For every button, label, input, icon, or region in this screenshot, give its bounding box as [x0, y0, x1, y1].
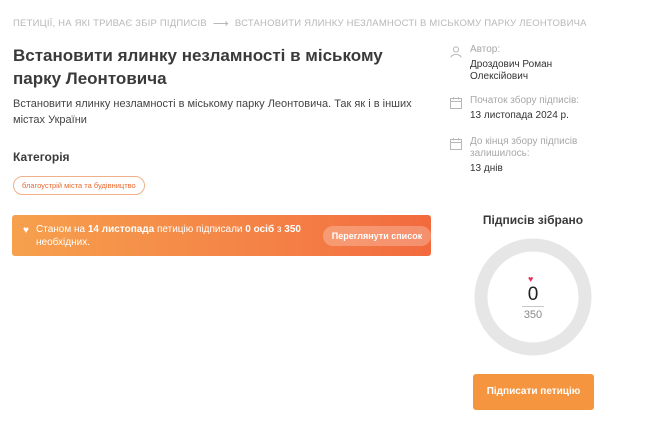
heart-icon: ♥	[528, 274, 534, 284]
remaining-value: 13 днів	[470, 163, 503, 174]
banner-needed-count: 350	[284, 224, 301, 235]
category-tag[interactable]: благоустрій міста та будівництво	[13, 176, 145, 195]
author-info: Автор: Дроздович Роман Олексійович	[450, 44, 605, 83]
banner-text: Станом на 14 листопада петицію підписали…	[36, 223, 316, 249]
remaining-label: До кінця збору підписів залишилось:	[470, 136, 578, 159]
count-divider	[522, 306, 544, 307]
start-value: 13 листопада 2024 р.	[470, 110, 569, 121]
arrow-right-icon: ⟶	[212, 18, 229, 30]
author-value: Дроздович Роман Олексійович	[470, 59, 553, 82]
petition-description: Встановити ялинку незламності в міському…	[13, 98, 412, 126]
breadcrumb-current: ВСТАНОВИТИ ЯЛИНКУ НЕЗЛАМНОСТІ В МІСЬКОМУ…	[234, 18, 587, 29]
heart-icon: ♥	[23, 225, 29, 236]
start-label: Початок збору підписів:	[470, 95, 580, 106]
start-date-info: Початок збору підписів: 13 листопада 202…	[450, 95, 605, 122]
banner-signed-count: 0 осіб	[245, 224, 275, 235]
signatures-title: Підписів зібрано	[482, 213, 584, 227]
page-title: Встановити ялинку незламності в міському…	[13, 46, 383, 88]
category-heading: Категорія	[13, 150, 70, 164]
calendar-icon	[450, 97, 462, 109]
breadcrumb: ПЕТИЦІЇ, НА ЯКІ ТРИВАЄ ЗБІР ПІДПИСІВ ⟶ В…	[13, 17, 587, 30]
banner-middle: петицію підписали	[157, 224, 243, 235]
remaining-info: До кінця збору підписів залишилось: 13 д…	[450, 136, 605, 175]
banner-date: 14 листопада	[87, 224, 155, 235]
user-icon	[450, 46, 462, 58]
view-list-button[interactable]: Переглянути список	[323, 226, 431, 246]
banner-suffix: необхідних.	[36, 237, 90, 248]
sign-petition-button[interactable]: Підписати петицію	[473, 374, 594, 410]
calendar-icon	[450, 138, 462, 150]
signatures-total: 350	[523, 309, 543, 321]
breadcrumb-parent-link[interactable]: ПЕТИЦІЇ, НА ЯКІ ТРИВАЄ ЗБІР ПІДПИСІВ	[13, 18, 207, 29]
signatures-count: 0	[527, 284, 539, 305]
signature-status-banner: ♥ Станом на 14 листопада петицію підписа…	[12, 215, 431, 256]
banner-of: з	[276, 224, 282, 235]
author-label: Автор:	[470, 44, 501, 55]
banner-prefix: Станом на	[36, 224, 86, 235]
